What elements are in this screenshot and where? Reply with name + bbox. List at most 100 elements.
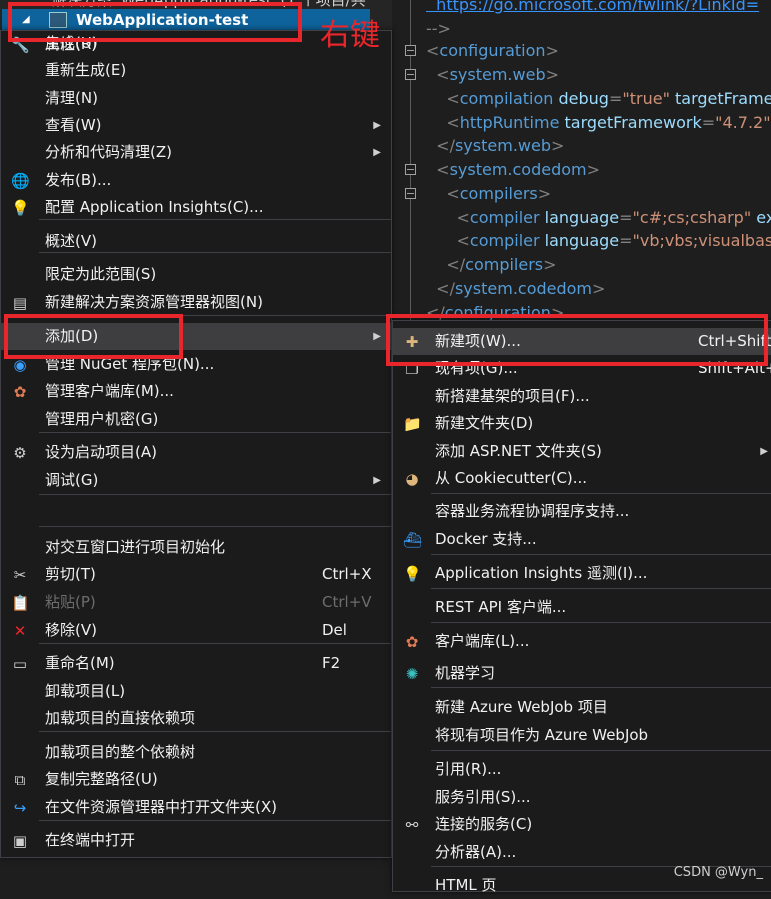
code-line: <compiler language="c#;cs;csharp" ext (426, 207, 771, 229)
menu-item-view[interactable]: 查看(W) ▶ (1, 112, 391, 139)
menu-item-open-folder[interactable]: ↪ 在文件资源管理器中打开文件夹(X) (1, 794, 391, 821)
menu-item-debug[interactable]: 调试(G) ▶ (1, 467, 391, 494)
menu-item-publish[interactable]: 🌐 发布(B)... (1, 167, 391, 194)
code-token: system.web (454, 136, 551, 155)
menu-item-new-folder[interactable]: 📁 新建文件夹(D) (393, 410, 771, 437)
menu-item-label: 查看(W) (45, 116, 102, 134)
menu-item-docker[interactable]: ⛴ Docker 支持... (393, 526, 771, 553)
menu-item-user-secrets[interactable]: 管理用户机密(G) (1, 406, 391, 433)
code-token: httpRuntime (459, 113, 560, 132)
fold-toggle-icon[interactable] (405, 45, 416, 56)
menu-item-webjob-new[interactable]: 新建 Azure WebJob 项目 (393, 694, 771, 721)
menu-item-label: 设为启动项目(A) (45, 443, 157, 461)
code-line: </system.web> (426, 135, 564, 157)
submenu-arrow-icon: ▶ (373, 147, 381, 158)
menu-item-label: 粘贴(P) (45, 593, 96, 611)
library-icon: ✿ (405, 633, 419, 651)
menu-item-app-insights[interactable]: 💡 配置 Application Insights(C)... (1, 194, 391, 221)
menu-item-label: 概述(V) (45, 232, 97, 250)
menu-item-load-direct[interactable]: 加载项目的直接依赖项 (1, 705, 391, 732)
menu-item-scope[interactable]: 限定为此范围(S) (1, 261, 391, 288)
menu-separator (431, 588, 771, 589)
menu-item-new-view[interactable]: ▤ 新建解决方案资源管理器视图(N) (1, 289, 391, 316)
code-token: compiler (469, 208, 540, 227)
menu-item-rename[interactable]: ▭ 重命名(M) F2 (1, 650, 391, 677)
menu-item-open-terminal[interactable]: ▣ 在终端中打开 (1, 827, 391, 854)
connected-service-icon: ⚯ (405, 816, 419, 834)
menu-item-connected[interactable]: ⚯ 连接的服务(C) (393, 811, 771, 838)
code-line: <system.web> (426, 64, 559, 86)
menu-item-analyze[interactable]: 分析和代码清理(Z) ▶ (1, 139, 391, 166)
menu-item-ml[interactable]: ✺ 机器学习 (393, 660, 771, 687)
menu-item-reference[interactable]: 引用(R)... (393, 756, 771, 783)
menu-item-scaffold[interactable]: 新搭建基架的项目(F)... (393, 383, 771, 410)
menu-item-label: 重命名(M) (45, 654, 115, 672)
menu-item-shortcut: Ctrl+V (322, 593, 372, 611)
code-line: <configuration> (426, 40, 559, 62)
code-token: < (426, 65, 450, 84)
menu-item-label: 移除(V) (45, 621, 97, 639)
fold-toggle-icon[interactable] (405, 69, 416, 80)
globe-icon: 🌐 (11, 172, 30, 190)
menu-item-orchestrator[interactable]: 容器业务流程协调程序支持... (393, 498, 771, 525)
menu-separator (39, 252, 391, 253)
code-token: compiler (469, 231, 540, 250)
menu-item-label: 加载项目的整个依赖树 (45, 743, 196, 761)
code-token: < (426, 231, 470, 250)
menu-item-label: 服务引用(S)... (435, 788, 531, 806)
menu-item-analyzer[interactable]: 分析器(A)... (393, 839, 771, 866)
code-token: compilers (459, 184, 538, 203)
code-token: > (543, 255, 557, 274)
menu-item-label: 配置 Application Insights(C)... (45, 198, 264, 216)
code-token: </ (426, 255, 466, 274)
menu-item-label: 管理用户机密(G) (45, 410, 159, 428)
menu-separator (39, 432, 391, 433)
clipboard-icon: 📋 (11, 594, 30, 612)
menu-separator (431, 687, 771, 688)
menu-item-unload[interactable]: 卸载项目(L) (1, 678, 391, 705)
code-token: compilers (465, 255, 544, 274)
menu-item-label: 在终端中打开 (45, 831, 136, 849)
fold-toggle-icon[interactable] (405, 164, 416, 175)
menu-item-clean[interactable]: 清理(N) (1, 85, 391, 112)
menu-item-overview[interactable]: 概述(V) (1, 228, 391, 255)
code-token: ext (756, 208, 771, 227)
menu-item-rebuild[interactable]: 重新生成(E) (1, 57, 391, 84)
code-line: <compilation debug="true" targetFrame (426, 88, 771, 110)
menu-item-copy-path[interactable]: ⧉ 复制完整路径(U) (1, 766, 391, 793)
menu-item-ai-telemetry[interactable]: 💡 Application Insights 遥测(I)... (393, 560, 771, 587)
menu-item-shortcut: Del (322, 621, 347, 639)
menu-item-client-lib[interactable]: ✿ 客户端库(L)... (393, 628, 771, 655)
menu-item-service-ref[interactable]: 服务引用(S)... (393, 784, 771, 811)
menu-item-aspnet-folder[interactable]: 添加 ASP.NET 文件夹(S) ▶ (393, 438, 771, 465)
gear-icon: ⚙ (13, 444, 27, 462)
menu-item-startup[interactable]: ⚙ 设为启动项目(A) (1, 439, 391, 466)
menu-item-load-all[interactable]: 加载项目的整个依赖树 (1, 739, 391, 766)
menu-item-label: 分析器(A)... (435, 843, 517, 861)
menu-item-label: 加载项目的直接依赖项 (45, 709, 196, 727)
menu-item-interactive[interactable]: 对交互窗口进行项目初始化 (1, 534, 391, 561)
menu-item-webjob-existing[interactable]: 将现有项目作为 Azure WebJob (393, 722, 771, 749)
menu-item-label: 客户端库(L)... (435, 632, 530, 650)
code-token: language (539, 231, 620, 250)
code-line: <compilers> (426, 183, 551, 205)
menu-item-label: 限定为此范围(S) (45, 265, 157, 283)
menu-item-cut[interactable]: ✂ 剪切(T) Ctrl+X (1, 561, 391, 588)
menu-item-rest-client[interactable]: REST API 客户端... (393, 594, 771, 621)
code-token: targetFramework (559, 113, 702, 132)
code-line: <httpRuntime targetFramework="4.7.2" (426, 112, 770, 134)
explorer-view-icon: ▤ (12, 294, 28, 312)
rename-icon: ▭ (12, 655, 28, 673)
submenu-arrow-icon: ▶ (760, 446, 768, 457)
menu-item-remove[interactable]: ✕ 移除(V) Del (1, 617, 391, 644)
code-token: < (426, 113, 460, 132)
menu-item-client-libs[interactable]: ✿ 管理客户端库(M)... (1, 378, 391, 405)
menu-item-label: 连接的服务(C) (435, 815, 533, 833)
code-token: < (426, 41, 440, 60)
code-token: < (426, 208, 470, 227)
fold-toggle-icon[interactable] (405, 188, 416, 199)
folder-icon: 📁 (403, 415, 422, 433)
code-token: compilation (459, 89, 554, 108)
menu-item-cookiecutter[interactable]: ◕ 从 Cookiecutter(C)... (393, 465, 771, 492)
menu-separator (39, 219, 391, 220)
